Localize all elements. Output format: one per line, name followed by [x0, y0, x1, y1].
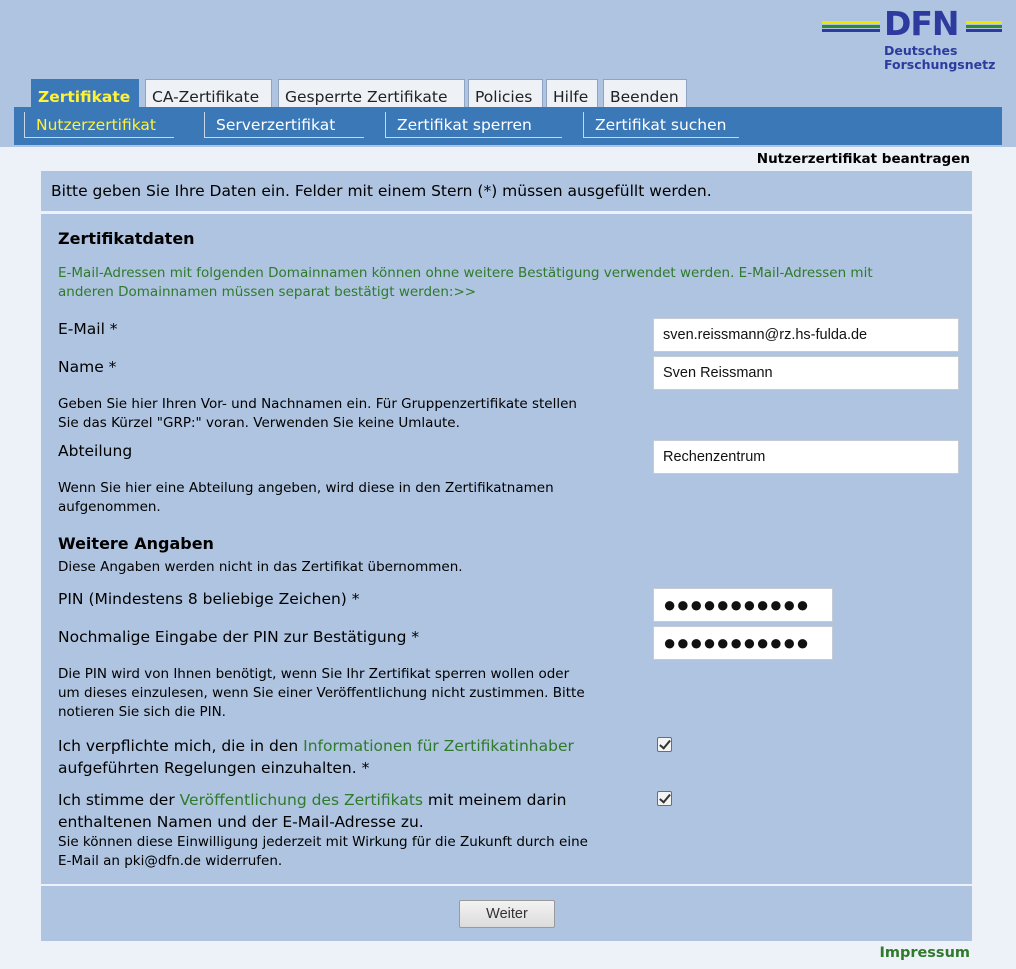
logo-stripe-blue-right [966, 29, 1002, 32]
consent-publish-checkbox[interactable] [657, 791, 672, 806]
subnav-zertifikat-suchen[interactable]: Zertifikat suchen [583, 112, 739, 138]
consent-rules-text: Ich verpflichte mich, die in den Informa… [58, 735, 574, 779]
consent-rules-line2: aufgeführten Regelungen einzuhalten. * [58, 759, 370, 777]
consent-publish-line2: enthaltenen Namen und der E-Mail-Adresse… [58, 813, 424, 831]
subnav-zertifikat-sperren[interactable]: Zertifikat sperren [385, 112, 562, 138]
info-holders-link[interactable]: Informationen für Zertifikatinhaber [303, 737, 574, 755]
pin-help-line3: notieren Sie sich die PIN. [58, 704, 226, 720]
dfn-logo[interactable]: DFN Deutsches Forschungsnetz [822, 6, 1012, 76]
header: DFN Deutsches Forschungsnetz Zertifikate… [0, 0, 1016, 147]
domain-note-line1: E-Mail-Adressen mit folgenden Domainname… [58, 265, 873, 281]
pin-confirm-label: Nochmalige Eingabe der PIN zur Bestätigu… [58, 628, 420, 646]
subnav-serverzertifikat[interactable]: Serverzertifikat [204, 112, 364, 138]
pin-field[interactable]: ●●●●●●●●●●● [653, 588, 833, 622]
intro-panel: Bitte geben Sie Ihre Daten ein. Felder m… [41, 171, 972, 211]
logo-subtitle: Deutsches Forschungsnetz [884, 44, 995, 72]
tab-beenden[interactable]: Beenden [603, 79, 687, 107]
department-label: Abteilung [58, 442, 133, 460]
email-field[interactable]: sven.reissmann@rz.hs-fulda.de [653, 318, 959, 352]
logo-wordmark: DFN [884, 4, 960, 43]
tab-gesperrte-zertifikate[interactable]: Gesperrte Zertifikate [278, 79, 465, 107]
logo-stripe-green-right [966, 25, 1002, 28]
consent-publish-text: Ich stimme der Veröffentlichung des Zert… [58, 789, 567, 833]
consent-publish-help: Sie können diese Einwilligung jederzeit … [58, 833, 588, 871]
impressum-link[interactable]: Impressum [879, 945, 970, 961]
pin-help-line1: Die PIN wird von Ihnen benötigt, wenn Si… [58, 666, 570, 682]
pin-help-line2: um dieses einzulesen, wenn Sie einer Ver… [58, 685, 585, 701]
weiter-button[interactable]: Weiter [459, 900, 555, 928]
department-field[interactable]: Rechenzentrum [653, 440, 959, 474]
consent-publish-help-line1: Sie können diese Einwilligung jederzeit … [58, 834, 588, 850]
tab-ca-zertifikate[interactable]: CA-Zertifikate [145, 79, 272, 107]
tab-zertifikate[interactable]: Zertifikate [31, 79, 139, 107]
consent-publish-pre: Ich stimme der [58, 791, 180, 809]
submit-panel: Weiter [41, 886, 972, 941]
section-title-weitere-angaben: Weitere Angaben [58, 534, 214, 553]
consent-rules-pre: Ich verpflichte mich, die in den [58, 737, 304, 755]
domain-note: E-Mail-Adressen mit folgenden Domainname… [58, 264, 873, 302]
email-label: E-Mail * [58, 320, 118, 338]
certificate-form: Zertifikatdaten E-Mail-Adressen mit folg… [41, 214, 972, 884]
pin-label: PIN (Mindestens 8 beliebige Zeichen) * [58, 590, 360, 608]
department-help: Wenn Sie hier eine Abteilung angeben, wi… [58, 479, 554, 517]
section2-note: Diese Angaben werden nicht in das Zertif… [58, 559, 463, 575]
department-help-line2: aufgenommen. [58, 499, 161, 515]
tab-policies[interactable]: Policies [468, 79, 543, 107]
tab-hilfe[interactable]: Hilfe [546, 79, 598, 107]
section-title-zertifikatdaten: Zertifikatdaten [58, 229, 195, 248]
name-help-line2: Sie das Kürzel "GRP:" voran. Verwenden S… [58, 415, 460, 431]
subnav-nutzerzertifikat[interactable]: Nutzerzertifikat [24, 112, 174, 138]
logo-stripe-blue-left [822, 29, 880, 32]
name-help-line1: Geben Sie hier Ihren Vor- und Nachnamen … [58, 396, 577, 412]
name-label: Name * [58, 358, 117, 376]
publication-link[interactable]: Veröffentlichung des Zertifikats [180, 791, 423, 809]
logo-subtitle-line2: Forschungsnetz [884, 57, 996, 72]
consent-publish-help-line2: E-Mail an pki@dfn.de widerrufen. [58, 853, 283, 869]
page-title: Nutzerzertifikat beantragen [756, 151, 970, 167]
pin-help: Die PIN wird von Ihnen benötigt, wenn Si… [58, 665, 585, 722]
logo-stripe-green-left [822, 25, 880, 28]
logo-stripe-yellow-right [966, 21, 1002, 24]
consent-publish-post: mit meinem darin [423, 791, 567, 809]
name-help: Geben Sie hier Ihren Vor- und Nachnamen … [58, 395, 577, 433]
sub-navigation: Nutzerzertifikat Serverzertifikat Zertif… [14, 107, 1002, 145]
consent-rules-checkbox[interactable] [657, 737, 672, 752]
logo-subtitle-line1: Deutsches [884, 43, 958, 58]
name-field[interactable]: Sven Reissmann [653, 356, 959, 390]
department-help-line1: Wenn Sie hier eine Abteilung angeben, wi… [58, 480, 554, 496]
intro-text: Bitte geben Sie Ihre Daten ein. Felder m… [51, 182, 712, 200]
domain-note-line2[interactable]: anderen Domainnamen müssen separat bestä… [58, 283, 873, 302]
pin-confirm-field[interactable]: ●●●●●●●●●●● [653, 626, 833, 660]
logo-stripe-yellow-left [822, 21, 880, 24]
